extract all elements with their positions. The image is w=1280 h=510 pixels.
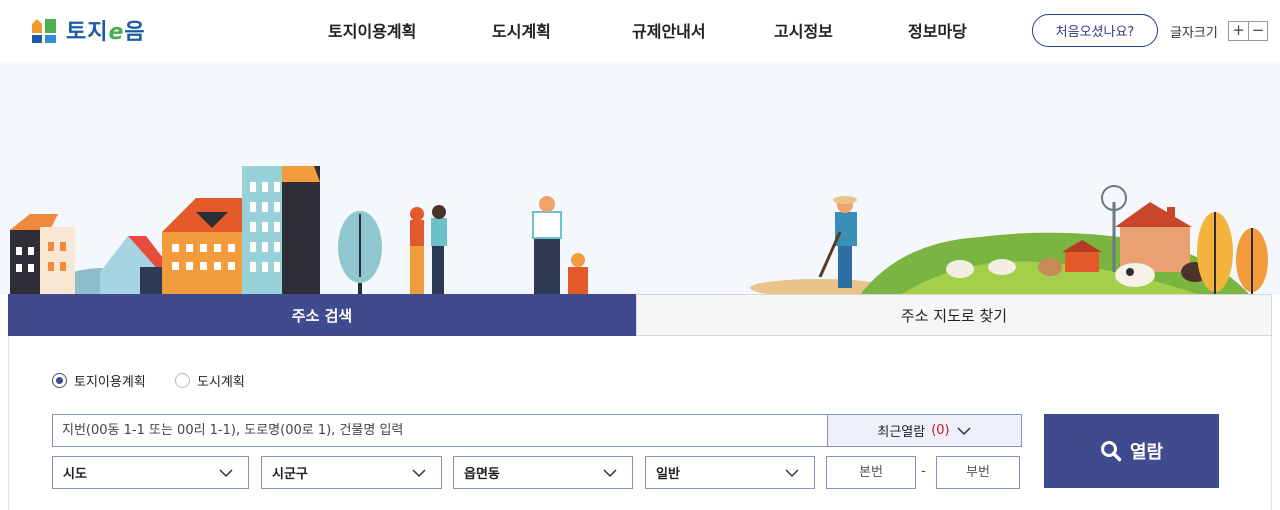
search-tabs: 주소 검색 주소 지도로 찾기 [8, 294, 1272, 344]
hero-illustration [0, 62, 1280, 295]
bonbun-input[interactable] [826, 456, 916, 489]
font-size-label: 글자크기 [1170, 26, 1218, 41]
eupmyeondong-select[interactable]: 읍면동 [453, 456, 633, 489]
farm-illustration [750, 185, 1268, 295]
recent-view-label: 최근열람 [877, 425, 926, 440]
nav-urban-plan[interactable]: 도시계획 [492, 18, 551, 42]
nav-regulation-guide[interactable]: 규제안내서 [632, 18, 706, 42]
sigungu-select[interactable]: 시군구 [261, 456, 442, 489]
nav-notice-info[interactable]: 고시정보 [774, 18, 833, 42]
site-header: 토지e음 토지이용계획 도시계획 규제안내서 고시정보 정보마당 처음오셨나요?… [0, 0, 1280, 62]
recent-view-count: (0) [931, 423, 950, 438]
number-separator: - [921, 464, 926, 479]
view-button[interactable]: 열람 [1044, 414, 1219, 488]
view-button-label: 열람 [1129, 442, 1164, 463]
radio-land-use-label: 토지이용계획 [74, 375, 146, 390]
font-increase-button[interactable]: + [1229, 22, 1248, 40]
first-visit-button[interactable]: 처음오셨나요? [1032, 14, 1158, 47]
tree-illustration [338, 211, 382, 295]
chevron-down-icon [957, 426, 971, 435]
tab-map-search[interactable]: 주소 지도로 찾기 [636, 294, 1272, 336]
recent-view-dropdown[interactable]: 최근열람 (0) [827, 414, 1022, 447]
land-type-select-value: 일반 [656, 467, 680, 482]
town-buildings [10, 166, 320, 295]
radio-urban-label: 도시계획 [197, 375, 245, 390]
chevron-down-icon [412, 468, 426, 477]
radio-urban-plan[interactable]: 도시계획 [175, 371, 245, 390]
radio-selected-icon [52, 373, 67, 388]
sido-select-value: 시도 [63, 467, 87, 482]
font-decrease-button[interactable]: − [1248, 22, 1267, 40]
tab-address-search[interactable]: 주소 검색 [8, 294, 636, 344]
chevron-down-icon [603, 468, 617, 477]
address-search-input[interactable] [52, 414, 828, 447]
nav-land-use-plan[interactable]: 토지이용계획 [328, 18, 416, 42]
sigungu-select-value: 시군구 [272, 467, 308, 482]
chevron-down-icon [219, 468, 233, 477]
hero-scene [10, 166, 1268, 295]
bubun-input[interactable] [936, 456, 1020, 489]
radio-unselected-icon [175, 373, 190, 388]
nav-info-plaza[interactable]: 정보마당 [908, 18, 967, 42]
chevron-down-icon [785, 468, 799, 477]
radio-land-use-plan[interactable]: 토지이용계획 [52, 371, 146, 390]
search-icon [1100, 441, 1122, 462]
eupmyeondong-select-value: 읍면동 [464, 467, 500, 482]
font-size-controls: + − [1228, 21, 1268, 41]
sido-select[interactable]: 시도 [52, 456, 249, 489]
people-illustration [410, 196, 588, 295]
land-type-select[interactable]: 일반 [645, 456, 815, 489]
